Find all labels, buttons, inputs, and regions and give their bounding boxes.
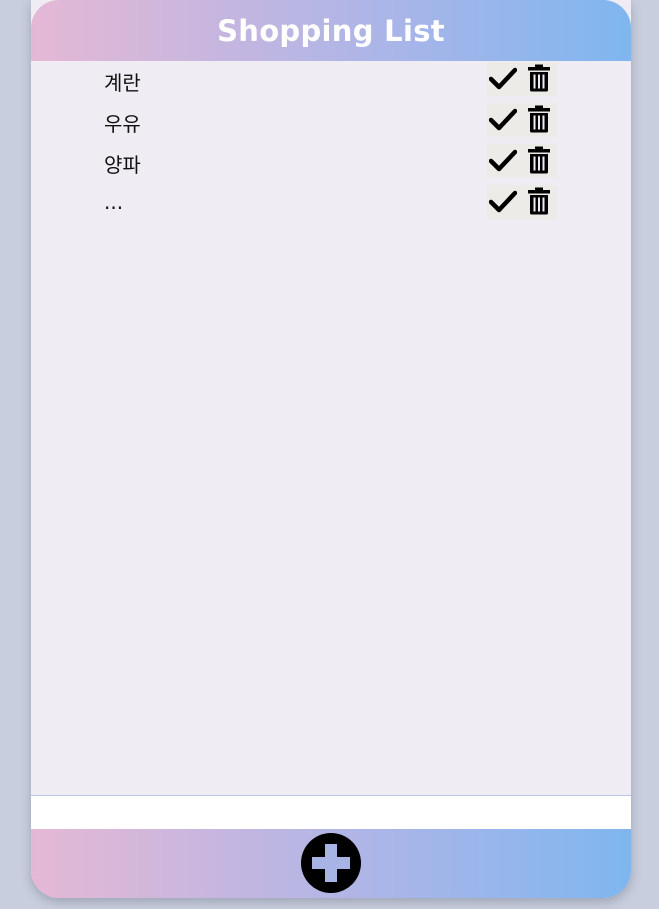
- list-item: 우유: [31, 102, 631, 143]
- item-label: 우유: [104, 112, 141, 136]
- check-icon[interactable]: [489, 66, 517, 92]
- footer-bar: [31, 829, 631, 898]
- check-icon[interactable]: [489, 189, 517, 215]
- trash-icon[interactable]: [528, 146, 550, 174]
- list-item: 계란: [31, 61, 631, 102]
- trash-icon[interactable]: [528, 64, 550, 92]
- new-item-bar: [31, 795, 631, 829]
- list-item: ...: [31, 184, 631, 225]
- plus-circle-icon: [301, 833, 361, 893]
- list-item: 양파: [31, 143, 631, 184]
- item-actions: [487, 62, 557, 96]
- add-item-button[interactable]: [300, 832, 362, 894]
- new-item-input[interactable]: [31, 796, 631, 829]
- shopping-list-app: Shopping List 계란 우유 양파 ...: [31, 0, 631, 898]
- item-label: 양파: [104, 153, 141, 177]
- page-title: Shopping List: [217, 13, 445, 48]
- item-label: ...: [104, 190, 124, 214]
- item-actions: [487, 103, 557, 137]
- item-label: 계란: [104, 71, 141, 95]
- item-actions: [487, 144, 557, 178]
- check-icon[interactable]: [489, 148, 517, 174]
- trash-icon[interactable]: [528, 105, 550, 133]
- shopping-list: 계란 우유 양파 ...: [31, 61, 631, 795]
- check-icon[interactable]: [489, 107, 517, 133]
- header-bar: Shopping List: [31, 0, 631, 61]
- trash-icon[interactable]: [528, 187, 550, 215]
- item-actions: [487, 185, 557, 219]
